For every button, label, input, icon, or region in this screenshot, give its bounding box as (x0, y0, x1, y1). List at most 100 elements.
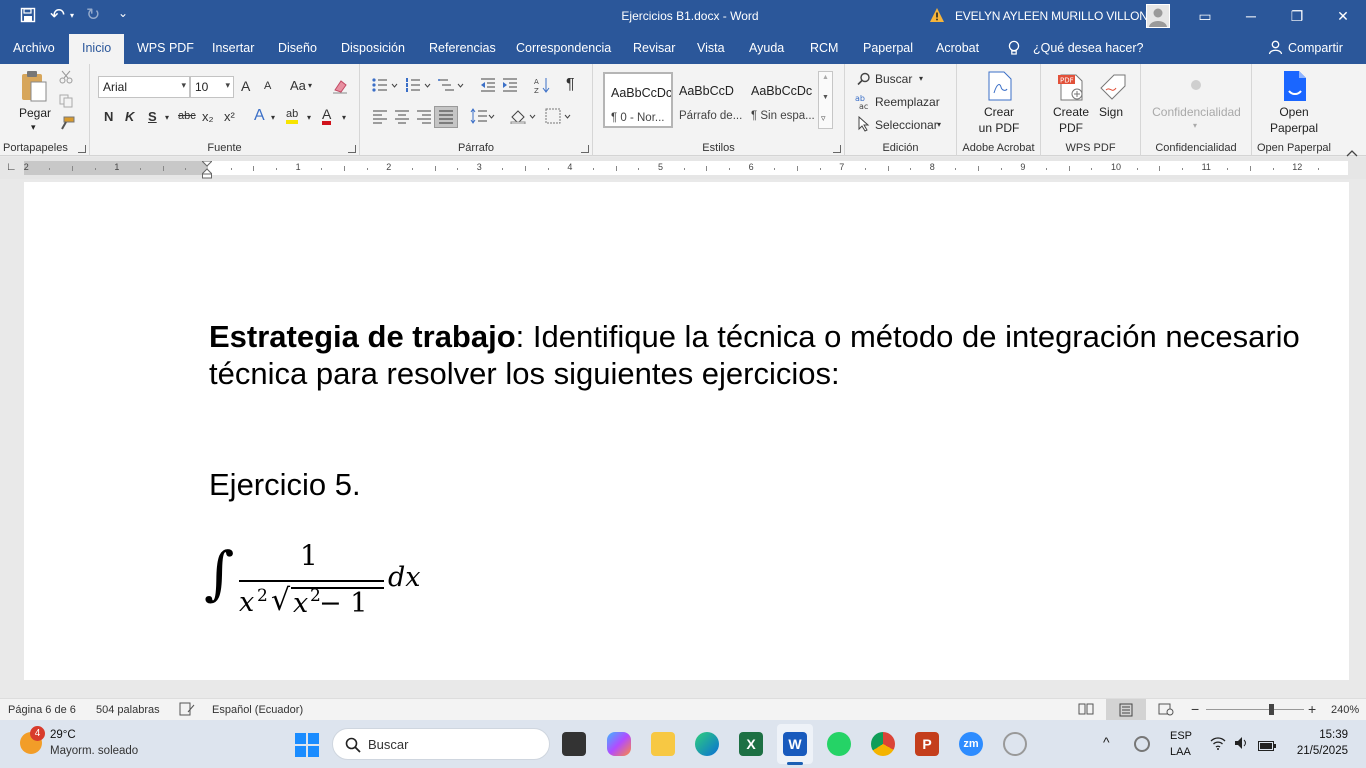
user-name[interactable]: EVELYN AYLEEN MURILLO VILLON (955, 9, 1148, 23)
customize-quick-access-icon[interactable]: ⌄ (118, 6, 128, 20)
tab-revisar[interactable]: Revisar (633, 41, 675, 55)
proofing-icon[interactable] (179, 702, 195, 719)
tab-correspondencia[interactable]: Correspondencia (516, 41, 611, 55)
minimize-button[interactable]: ─ (1228, 0, 1274, 34)
font-color-dropdown-icon[interactable]: ▾ (342, 113, 346, 122)
tab-ayuda[interactable]: Ayuda (749, 41, 784, 55)
styles-scroll-up-icon[interactable]: ▲ (822, 74, 829, 81)
zoom-app-icon[interactable]: zm (959, 732, 983, 756)
font-launcher-icon[interactable] (348, 145, 356, 153)
wps-create-pdf-line1[interactable]: Create (1049, 105, 1093, 119)
clipboard-launcher-icon[interactable] (78, 145, 86, 153)
word-icon[interactable]: W (783, 732, 807, 756)
lightbulb-icon[interactable] (1008, 40, 1020, 59)
grow-font-icon[interactable]: A (241, 78, 250, 94)
open-paperpal-line2[interactable]: Paperpal (1252, 121, 1336, 135)
web-layout-icon[interactable] (1158, 702, 1174, 719)
undo-dropdown-icon[interactable]: ▾ (70, 11, 74, 20)
create-pdf-icon[interactable] (987, 71, 1013, 106)
weather-desc[interactable]: Mayorm. soleado (50, 745, 138, 757)
change-case-dropdown-icon[interactable]: ▾ (308, 81, 312, 90)
paste-button[interactable]: Pegar (19, 106, 51, 120)
font-color-button[interactable]: A (322, 107, 332, 125)
style-no-spacing[interactable]: AaBbCcDc ¶ Sin espa... (745, 72, 815, 128)
start-icon[interactable] (295, 733, 319, 762)
align-right-icon[interactable] (416, 110, 432, 129)
styles-scroll[interactable]: ▲ ▼ ▿ (818, 71, 833, 129)
paste-dropdown-icon[interactable]: ▾ (31, 122, 36, 133)
language-status[interactable]: Español (Ecuador) (212, 704, 303, 716)
tab-acrobat[interactable]: Acrobat (936, 41, 979, 55)
warning-icon[interactable] (929, 7, 945, 23)
underline-button[interactable]: S (148, 109, 157, 124)
user-avatar[interactable] (1146, 4, 1170, 28)
undo-icon[interactable]: ↶ (50, 5, 65, 26)
find-icon[interactable] (857, 72, 871, 91)
sign-button[interactable]: Sign (1099, 105, 1123, 119)
zoom-slider-thumb[interactable] (1269, 704, 1274, 715)
confidentiality-button[interactable]: Confidencialidad (1141, 105, 1252, 119)
excel-icon[interactable]: X (739, 732, 763, 756)
tab-wps-pdf[interactable]: WPS PDF (137, 41, 194, 55)
clock-time[interactable]: 15:39 (1312, 729, 1348, 741)
share-icon[interactable] (1268, 40, 1283, 58)
tab-disposicion[interactable]: Disposición (341, 41, 405, 55)
tell-me-search[interactable]: ¿Qué desea hacer? (1033, 41, 1144, 55)
show-hidden-icons-button[interactable]: ^ (1103, 734, 1110, 750)
select-dropdown-icon[interactable]: ▾ (937, 120, 941, 129)
font-size-combobox[interactable]: 10 ▾ (190, 76, 234, 98)
open-paperpal-line1[interactable]: Open (1252, 105, 1336, 119)
edge-icon[interactable] (695, 732, 719, 756)
multilevel-list-icon[interactable] (438, 78, 466, 97)
zoom-level[interactable]: 240% (1331, 704, 1359, 716)
style-normal[interactable]: AaBbCcDc ¶ 0 - Nor... (603, 72, 673, 128)
integral-equation[interactable]: ∫ 1 x 2 √ x 2 − 1 dx (204, 537, 464, 627)
text-effects-button[interactable]: A (254, 107, 265, 125)
paste-icon[interactable] (20, 70, 48, 109)
horizontal-ruler[interactable]: ∟ 2 1 1 2 3 4 5 6 7 8 9 10 11 12 (0, 157, 1366, 179)
wps-create-pdf-icon[interactable]: PDF (1057, 71, 1085, 106)
ribbon-display-options-button[interactable]: ▭ (1182, 0, 1228, 34)
font-name-dropdown-icon[interactable]: ▾ (181, 80, 186, 91)
paragraph-launcher-icon[interactable] (581, 145, 589, 153)
confidentiality-dropdown-icon[interactable]: ▾ (1193, 121, 1197, 130)
tab-paperpal[interactable]: Paperpal (863, 41, 913, 55)
document-area[interactable]: Estrategia de trabajo: Identifique la té… (0, 179, 1366, 698)
restore-button[interactable]: ❐ (1274, 0, 1320, 34)
borders-icon[interactable] (545, 108, 573, 129)
close-button[interactable]: ✕ (1320, 0, 1366, 34)
redo-icon[interactable]: ↻ (86, 5, 100, 25)
zoom-out-button[interactable]: − (1191, 701, 1199, 717)
wps-create-pdf-line2[interactable]: PDF (1049, 121, 1093, 135)
tab-vista[interactable]: Vista (697, 41, 725, 55)
copilot-icon[interactable] (607, 732, 631, 756)
styles-launcher-icon[interactable] (833, 145, 841, 153)
page-count[interactable]: Página 6 de 6 (8, 704, 76, 716)
print-layout-button[interactable] (1106, 699, 1146, 720)
find-button[interactable]: Buscar (875, 72, 912, 86)
styles-more-icon[interactable]: ▿ (821, 113, 826, 124)
font-name-combobox[interactable]: Arial ▾ (98, 76, 190, 98)
wifi-icon[interactable] (1210, 736, 1226, 755)
copy-icon[interactable] (59, 94, 73, 113)
line-spacing-icon[interactable] (470, 108, 496, 129)
save-icon[interactable] (20, 7, 36, 27)
zoom-slider[interactable] (1206, 709, 1304, 710)
align-left-icon[interactable] (372, 110, 388, 129)
clear-formatting-icon[interactable] (332, 78, 348, 99)
replace-icon[interactable]: ab ac (855, 94, 873, 115)
exercise-heading[interactable]: Ejercicio 5. (209, 467, 361, 503)
show-formatting-marks-button[interactable]: ¶ (566, 76, 575, 94)
word-count[interactable]: 504 palabras (96, 704, 160, 716)
shrink-font-icon[interactable]: A (264, 80, 271, 92)
select-button[interactable]: Seleccionar (875, 118, 938, 132)
tab-selector[interactable]: ∟ (6, 161, 17, 173)
numbering-icon[interactable] (405, 78, 433, 97)
tab-inicio[interactable]: Inicio (69, 34, 125, 64)
tab-archivo[interactable]: Archivo (13, 41, 55, 55)
bullets-icon[interactable] (372, 78, 400, 97)
strikethrough-button[interactable]: abc (178, 110, 196, 122)
battery-icon[interactable] (1258, 738, 1276, 756)
tab-rcm[interactable]: RCM (810, 41, 838, 55)
extra-app-icon[interactable] (1003, 732, 1027, 756)
